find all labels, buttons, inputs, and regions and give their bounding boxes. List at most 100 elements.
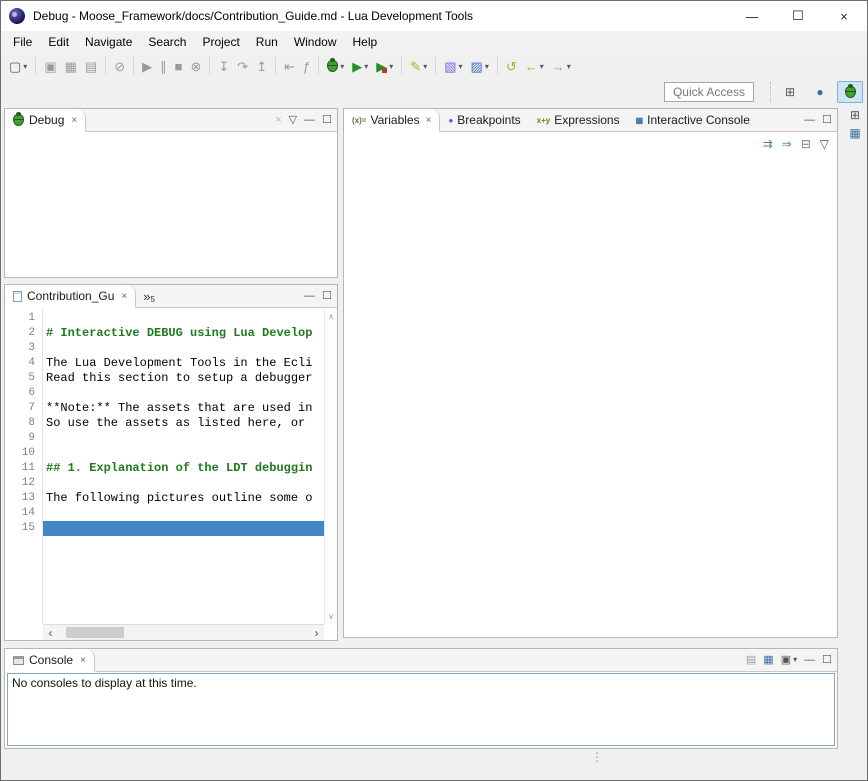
editor-vertical-scrollbar[interactable]: ∧ ∨ xyxy=(324,309,337,624)
toolbar-separator xyxy=(275,57,276,75)
quick-access-field[interactable]: Quick Access xyxy=(664,82,754,102)
save-button[interactable]: ▣ xyxy=(41,55,59,77)
ldt-perspective-button[interactable]: ● xyxy=(807,81,833,103)
back-button-dropdown-icon[interactable]: ▾ xyxy=(540,62,544,71)
tab-debug[interactable]: Debug × xyxy=(5,109,86,132)
step-over-button-icon: ↷ xyxy=(237,60,248,73)
hscroll-thumb[interactable] xyxy=(66,627,124,638)
use-step-filters-button[interactable]: ƒ xyxy=(300,55,313,77)
new-wizard-button-dropdown-icon[interactable]: ▾ xyxy=(459,62,463,71)
code-line-5: Read this section to setup a debugger xyxy=(43,371,324,386)
outline-view-button[interactable]: ▦ xyxy=(849,127,860,139)
menu-window[interactable]: Window xyxy=(286,32,345,52)
console-content[interactable]: No consoles to display at this time. xyxy=(7,673,835,746)
hscroll-track[interactable] xyxy=(58,625,309,640)
back-button[interactable]: ←▾ xyxy=(522,55,547,77)
open-console-button[interactable]: ▣▾ xyxy=(781,655,797,666)
show-logical-structure-button[interactable]: ⇉ xyxy=(763,138,773,150)
menu-edit[interactable]: Edit xyxy=(40,32,77,52)
open-perspective-button[interactable]: ⊞ xyxy=(777,81,803,103)
open-console-button-dropdown-icon[interactable]: ▾ xyxy=(793,656,797,664)
collapse-all-button[interactable]: ⊟ xyxy=(801,138,811,150)
new-wizard-button[interactable]: ▧▾ xyxy=(441,55,465,77)
forward-button-dropdown-icon[interactable]: ▾ xyxy=(567,62,571,71)
mark-occurrences-button[interactable]: ✎▾ xyxy=(407,55,430,77)
menu-search[interactable]: Search xyxy=(140,32,194,52)
debug-maximize-button[interactable]: ☐ xyxy=(322,115,332,126)
external-tools-button[interactable]: ▶▾ xyxy=(373,55,396,77)
drop-to-frame-button[interactable]: ⇤ xyxy=(281,55,298,77)
debug-perspective-button-icon xyxy=(845,86,856,98)
console-minimize-button-icon: — xyxy=(804,655,815,666)
maximize-window-button[interactable]: ☐ xyxy=(775,1,821,31)
tab-console[interactable]: Console × xyxy=(5,649,95,672)
menu-project[interactable]: Project xyxy=(194,32,247,52)
menu-file[interactable]: File xyxy=(5,32,40,52)
debug-button[interactable]: ▾ xyxy=(324,55,347,77)
console-maximize-button[interactable]: ☐ xyxy=(822,655,832,666)
debug-tab-close-icon[interactable]: × xyxy=(71,115,77,126)
scroll-down-icon[interactable]: ∨ xyxy=(328,612,334,621)
run-button-dropdown-icon[interactable]: ▾ xyxy=(364,62,368,71)
menu-help[interactable]: Help xyxy=(345,32,386,52)
display-selected-console-button[interactable]: ▦ xyxy=(763,655,773,666)
tab-expressions[interactable]: x+yExpressions xyxy=(529,109,628,131)
sash-handle[interactable]: ⋮ xyxy=(591,751,603,763)
scroll-up-icon[interactable]: ∧ xyxy=(328,312,334,321)
variables-maximize-button[interactable]: ☐ xyxy=(822,115,832,126)
debug-view-toolbar: × ▽ — ☐ xyxy=(275,109,337,131)
run-button[interactable]: ▶▾ xyxy=(349,55,371,77)
terminate-button[interactable]: ■ xyxy=(172,55,186,77)
scroll-left-icon[interactable]: ‹ xyxy=(43,627,58,639)
tab-interactive-console[interactable]: ▦Interactive Console xyxy=(628,109,758,131)
variables-view-menu-button[interactable]: ▽ xyxy=(820,138,829,150)
console-minimize-button[interactable]: — xyxy=(804,655,815,666)
skip-all-breakpoints-button[interactable]: ⊘ xyxy=(111,55,128,77)
open-element-button[interactable]: ▨▾ xyxy=(468,55,492,77)
editor-maximize-button[interactable]: ☐ xyxy=(322,291,332,302)
minimize-window-button[interactable]: — xyxy=(729,1,775,31)
editor-tab-close-icon[interactable]: × xyxy=(121,291,127,302)
show-columns-button[interactable]: ⇒ xyxy=(782,138,792,150)
debug-view-menu-button[interactable]: ▽ xyxy=(289,115,297,126)
menu-navigate[interactable]: Navigate xyxy=(77,32,140,52)
new-button-dropdown-icon[interactable]: ▾ xyxy=(23,62,27,71)
restore-views-button-icon: ⊞ xyxy=(850,109,860,121)
save-all-button[interactable]: ▦ xyxy=(62,55,80,77)
close-window-button[interactable]: × xyxy=(821,1,867,31)
open-element-button-dropdown-icon[interactable]: ▾ xyxy=(485,62,489,71)
variables-close-icon[interactable]: × xyxy=(426,115,432,126)
external-tools-button-dropdown-icon[interactable]: ▾ xyxy=(389,62,393,71)
interactive-console-label: Interactive Console xyxy=(647,113,750,127)
print-button[interactable]: ▤ xyxy=(82,55,100,77)
code-area[interactable]: # Interactive DEBUG using Lua DevelopThe… xyxy=(43,309,324,624)
variables-minimize-button[interactable]: — xyxy=(804,115,815,126)
mark-occurrences-button-dropdown-icon[interactable]: ▾ xyxy=(423,62,427,71)
scroll-right-icon[interactable]: › xyxy=(309,627,324,639)
tab-variables[interactable]: (x)=Variables× xyxy=(344,109,440,132)
disconnect-button[interactable]: ⊗ xyxy=(187,55,204,77)
new-button[interactable]: ▢▾ xyxy=(6,55,30,77)
tab-breakpoints[interactable]: ●Breakpoints xyxy=(440,109,528,131)
editor-horizontal-scrollbar[interactable]: ‹ › xyxy=(43,624,324,640)
tab-contribution-guide[interactable]: Contribution_Gu × xyxy=(5,285,136,308)
code-line-9 xyxy=(43,431,324,446)
forward-button[interactable]: →▾ xyxy=(549,55,574,77)
debug-button-dropdown-icon[interactable]: ▾ xyxy=(340,62,344,71)
restore-views-button[interactable]: ⊞ xyxy=(850,109,860,121)
console-tab-label: Console xyxy=(29,653,73,667)
suspend-button[interactable]: ∥ xyxy=(157,55,170,77)
last-edit-location-button[interactable]: ↺ xyxy=(503,55,520,77)
menu-run[interactable]: Run xyxy=(248,32,286,52)
step-into-button[interactable]: ↧ xyxy=(215,55,232,77)
resume-button[interactable]: ▶ xyxy=(139,55,155,77)
step-over-button[interactable]: ↷ xyxy=(234,55,251,77)
remove-all-terminated-button[interactable]: × xyxy=(275,115,281,126)
editor-minimize-button[interactable]: — xyxy=(304,291,315,302)
editor-overflow-tabs[interactable]: »5 xyxy=(136,285,162,307)
debug-minimize-button[interactable]: — xyxy=(304,115,315,126)
step-return-button[interactable]: ↥ xyxy=(253,55,270,77)
console-tab-close-icon[interactable]: × xyxy=(80,655,86,666)
open-console-page-button[interactable]: ▤ xyxy=(746,655,756,666)
debug-perspective-button[interactable] xyxy=(837,81,863,103)
